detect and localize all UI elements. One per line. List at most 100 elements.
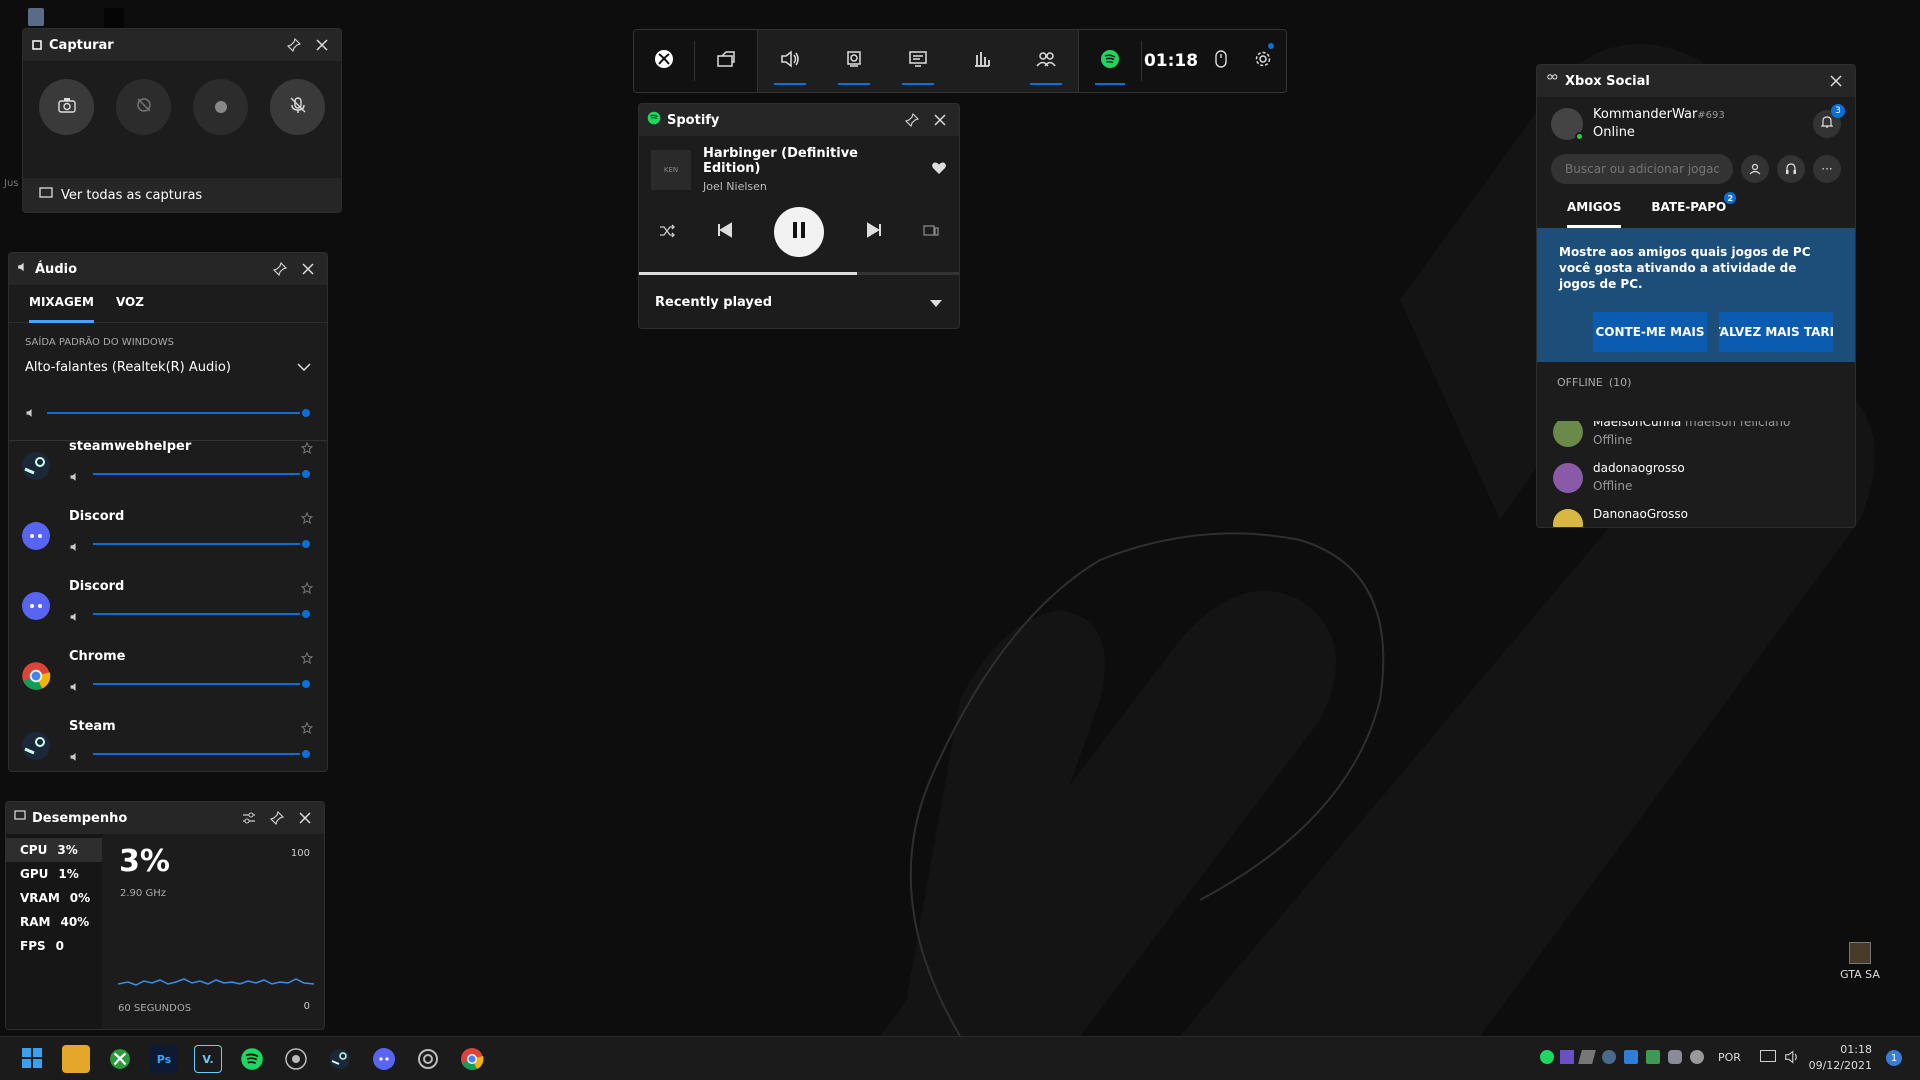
shuffle-icon[interactable] — [659, 223, 675, 242]
recently-played-row[interactable]: Recently played — [639, 275, 959, 328]
performance-toggle-button[interactable] — [950, 30, 1014, 92]
pin-icon[interactable] — [266, 807, 288, 829]
obs-icon[interactable] — [282, 1045, 310, 1073]
start-button[interactable] — [18, 1045, 46, 1073]
mic-toggle-button[interactable] — [270, 79, 325, 135]
tray-antivirus-icon[interactable] — [1578, 1050, 1596, 1064]
offline-count: (10) — [1608, 376, 1632, 389]
tray-spotify-icon[interactable] — [1540, 1050, 1554, 1064]
record-button[interactable] — [193, 79, 248, 135]
pin-icon[interactable] — [283, 34, 305, 56]
friend-search-input[interactable] — [1551, 154, 1733, 184]
close-icon[interactable] — [929, 109, 951, 131]
friend-row[interactable]: dadonaogrosso Offline — [1537, 453, 1855, 499]
language-indicator[interactable]: POR — [1718, 1051, 1741, 1064]
tray-display-icon[interactable] — [1760, 1050, 1776, 1062]
steam-taskbar-icon[interactable] — [326, 1045, 354, 1073]
previous-icon[interactable] — [717, 222, 733, 242]
device-icon[interactable] — [923, 223, 939, 242]
vegas-icon[interactable]: V. — [194, 1045, 222, 1073]
party-button[interactable] — [1777, 155, 1805, 183]
tab-voz[interactable]: VOZ — [116, 295, 144, 322]
notifications-button[interactable]: 3 — [1813, 103, 1845, 138]
tray-discord-icon[interactable] — [1668, 1050, 1682, 1064]
tray-network-icon[interactable] — [1646, 1050, 1660, 1064]
close-icon[interactable] — [311, 34, 333, 56]
app-volume-slider[interactable] — [93, 678, 312, 690]
desktop-icon[interactable] — [104, 8, 124, 28]
spotify-toggle-button[interactable] — [1079, 30, 1141, 92]
photoshop-icon[interactable]: Ps — [150, 1045, 178, 1073]
notification-center-badge[interactable]: 1 — [1886, 1050, 1902, 1066]
metric-row[interactable]: RAM 40% — [6, 910, 102, 934]
friend-row[interactable]: MaelsonCunha maelson feliciano Offline — [1537, 421, 1855, 453]
tray-shield-icon[interactable] — [1624, 1050, 1638, 1064]
app-ring-icon[interactable] — [414, 1045, 442, 1073]
app-volume-slider[interactable] — [93, 748, 312, 760]
view-all-captures-link[interactable]: Ver todas as capturas — [23, 178, 341, 212]
xbox-app-icon[interactable] — [106, 1045, 134, 1073]
settings-button[interactable] — [1242, 30, 1284, 92]
capture-toggle-button[interactable] — [822, 30, 886, 92]
tray-xbox-icon[interactable] — [1690, 1050, 1704, 1064]
star-icon[interactable] — [300, 579, 314, 598]
star-icon[interactable] — [300, 649, 314, 668]
star-icon[interactable] — [300, 441, 314, 458]
chrome-taskbar-icon[interactable] — [458, 1045, 486, 1073]
heart-icon[interactable] — [931, 160, 947, 179]
gta-sa-desktop-shortcut[interactable]: GTA SA — [1832, 942, 1888, 981]
spotify-taskbar-icon[interactable] — [238, 1045, 266, 1073]
output-device-select[interactable]: Alto-falantes (Realtek(R) Audio) — [9, 348, 327, 375]
tell-me-more-button[interactable]: CONTE-ME MAIS — [1593, 312, 1707, 352]
app-volume-slider[interactable] — [93, 608, 312, 620]
tray-app-icon[interactable] — [1560, 1050, 1574, 1064]
social-toggle-button[interactable] — [1014, 30, 1078, 92]
more-options-button[interactable]: ··· — [1813, 155, 1841, 183]
next-icon[interactable] — [866, 222, 882, 242]
star-icon[interactable] — [300, 509, 314, 528]
pause-button[interactable] — [774, 207, 824, 257]
metric-row[interactable]: VRAM 0% — [6, 886, 102, 910]
app-volume-slider[interactable] — [93, 468, 312, 480]
pin-icon[interactable] — [269, 258, 291, 280]
master-volume-slider[interactable] — [47, 406, 312, 419]
recycle-bin-icon[interactable] — [28, 8, 44, 26]
friend-gamertag: MaelsonCunha — [1593, 421, 1682, 429]
record-last-button[interactable] — [116, 79, 171, 135]
options-icon[interactable] — [238, 807, 260, 829]
gamertag-suffix: #693 — [1697, 110, 1725, 121]
close-icon[interactable] — [294, 807, 316, 829]
file-explorer-icon[interactable] — [62, 1045, 90, 1073]
xbox-button[interactable] — [634, 30, 694, 92]
metric-row[interactable]: FPS 0 — [6, 934, 102, 958]
friend-row[interactable]: DanonaoGrosso — [1537, 499, 1855, 527]
tab-amigos[interactable]: AMIGOS — [1567, 200, 1622, 228]
audio-toggle-button[interactable] — [758, 30, 822, 92]
app-name: Chrome — [69, 649, 126, 664]
clock-time[interactable]: 01:18 — [1812, 1043, 1872, 1056]
app-volume-slider[interactable] — [93, 538, 312, 550]
perf-big-value: 3% — [119, 844, 170, 879]
pin-icon[interactable] — [901, 109, 923, 131]
add-friend-button[interactable] — [1741, 155, 1769, 183]
friend-avatar — [1553, 509, 1583, 527]
avatar[interactable] — [1551, 107, 1584, 141]
close-icon[interactable] — [1825, 70, 1847, 92]
metric-row[interactable]: GPU 1% — [6, 862, 102, 886]
output-section-label: SAÍDA PADRÃO DO WINDOWS — [25, 337, 174, 348]
discord-taskbar-icon[interactable] — [370, 1045, 398, 1073]
widget-menu-button[interactable] — [695, 30, 757, 92]
tray-volume-icon[interactable] — [1784, 1049, 1800, 1068]
maybe-later-button[interactable]: TALVEZ MAIS TARD — [1719, 312, 1833, 352]
clock-date[interactable]: 09/12/2021 — [1808, 1059, 1872, 1072]
mouse-button[interactable] — [1200, 30, 1242, 92]
presence-status: Online — [1593, 125, 1635, 140]
tab-mixagem[interactable]: MIXAGEM — [29, 295, 94, 323]
screenshot-button[interactable] — [39, 79, 94, 135]
resources-toggle-button[interactable] — [886, 30, 950, 92]
star-icon[interactable] — [300, 719, 314, 738]
tab-bate-papo[interactable]: BATE-PAPO 2 — [1651, 192, 1737, 228]
close-icon[interactable] — [297, 258, 319, 280]
tray-steam-icon[interactable] — [1602, 1050, 1616, 1064]
metric-row[interactable]: CPU 3% — [6, 838, 102, 862]
